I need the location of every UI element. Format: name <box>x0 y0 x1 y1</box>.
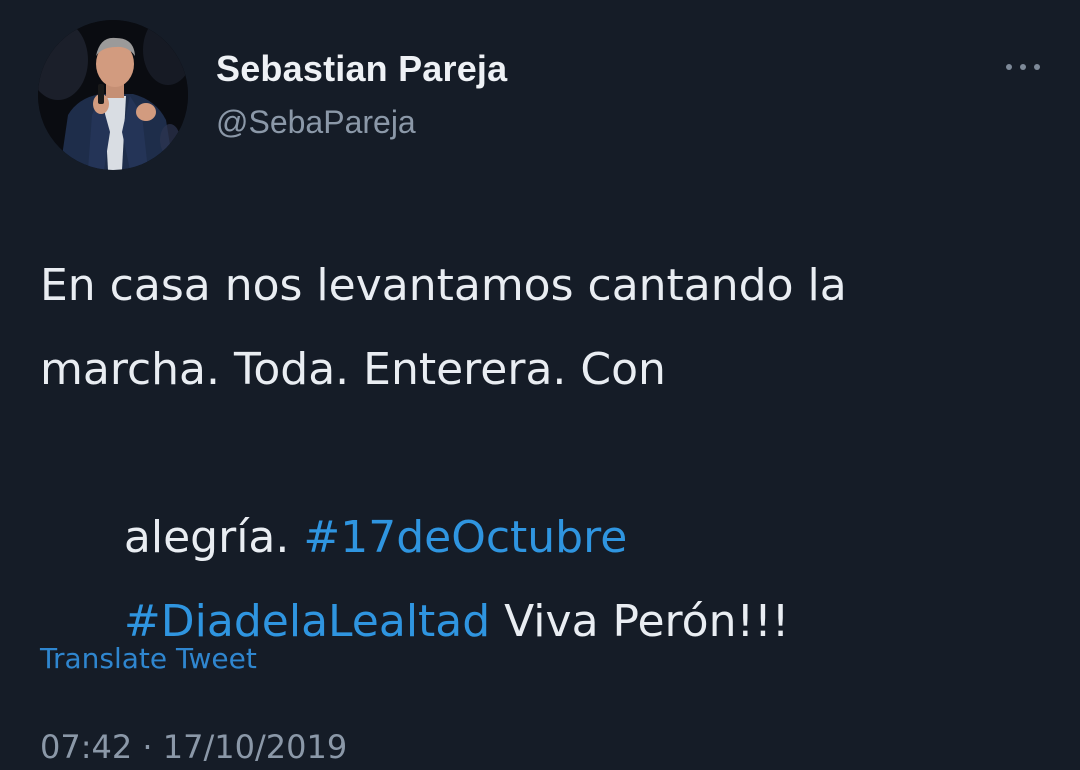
more-options-button[interactable] <box>996 52 1050 82</box>
hashtag-link[interactable]: #17deOctubre <box>303 512 627 563</box>
tweet-text-segment: En casa nos levantamos cantando la <box>40 260 847 311</box>
avatar-image <box>38 20 188 170</box>
timestamp-separator: · <box>132 728 163 766</box>
tweet-text-segment: alegría. <box>123 512 304 563</box>
tweet-text-segment: Viva Perón!!! <box>490 596 790 647</box>
tweet-time: 07:42 <box>40 728 133 766</box>
hashtag-link[interactable]: #DiadelaLealtad <box>124 596 490 647</box>
timestamp[interactable]: 07:42 · 17/10/2019 <box>40 728 347 766</box>
author-name[interactable]: Sebastian Pareja <box>216 48 507 90</box>
author-handle[interactable]: @SebaPareja <box>216 104 416 141</box>
tweet-line: En casa nos levantamos cantando la <box>40 244 1060 328</box>
tweet-date: 17/10/2019 <box>162 728 348 766</box>
translate-tweet-link[interactable]: Translate Tweet <box>40 642 257 675</box>
avatar[interactable] <box>38 20 188 170</box>
tweet-line: marcha. Toda. Enterera. Con <box>40 328 1060 412</box>
tweet-card: Sebastian Pareja @SebaPareja En casa nos… <box>0 0 1080 770</box>
tweet-text: En casa nos levantamos cantando la march… <box>40 244 1060 647</box>
tweet-text-segment: marcha. Toda. Enterera. Con <box>40 344 666 395</box>
tweet-line: alegría. #17deOctubre <box>40 412 1060 563</box>
